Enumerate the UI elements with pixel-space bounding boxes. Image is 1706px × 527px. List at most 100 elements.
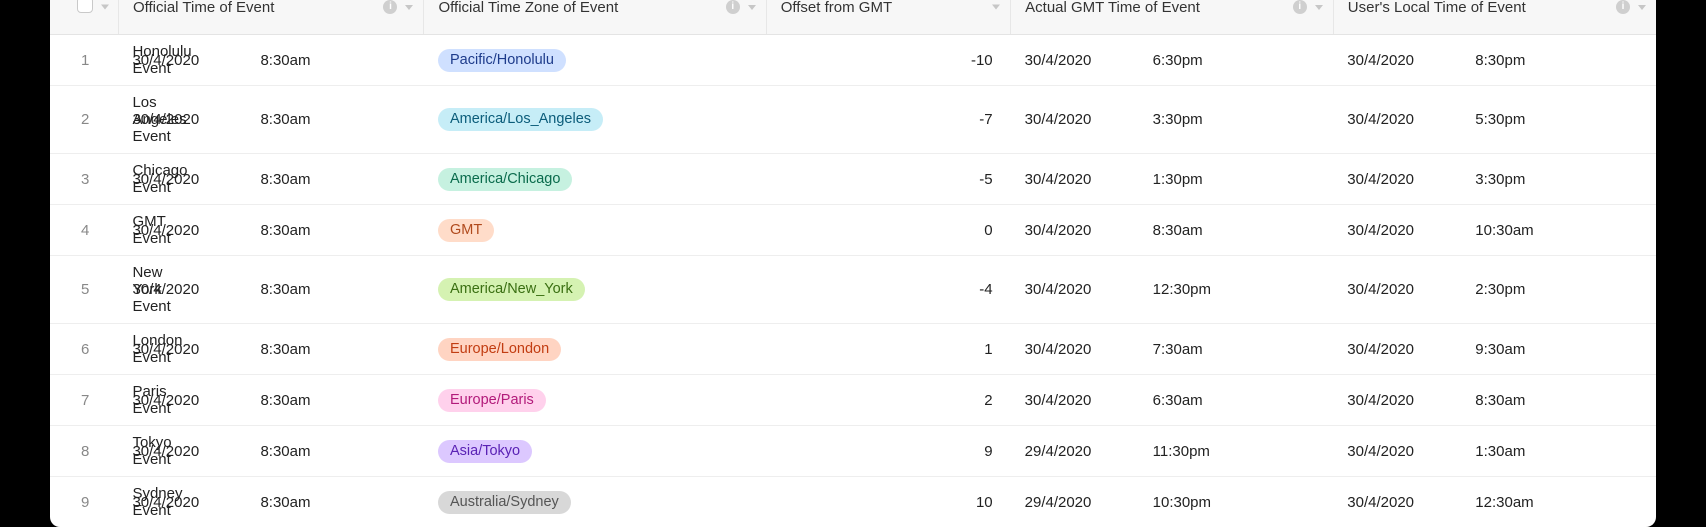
cell-offset[interactable]: 9	[766, 426, 1010, 477]
cell-offset[interactable]: 1	[766, 324, 1010, 375]
cell-local-time[interactable]: 30/4/20201:30am	[1333, 426, 1656, 477]
official-time: 8:30am	[260, 222, 412, 239]
cell-local-time[interactable]: 30/4/20205:30pm	[1333, 86, 1656, 154]
header-official-time[interactable]: Official Time of Event i	[118, 0, 424, 35]
cell-local-time[interactable]: 30/4/20208:30am	[1333, 375, 1656, 426]
cell-timezone[interactable]: Europe/London	[424, 324, 766, 375]
table-row[interactable]: 8Tokyo Event30/4/20208:30amAsia/Tokyo929…	[50, 426, 1656, 477]
cell-gmt-time[interactable]: 30/4/20207:30am	[1011, 324, 1334, 375]
timezone-pill[interactable]: Pacific/Honolulu	[438, 49, 566, 72]
cell-offset[interactable]: -5	[766, 154, 1010, 205]
cell-local-time[interactable]: 30/4/202010:30am	[1333, 205, 1656, 256]
timezone-pill[interactable]: Australia/Sydney	[438, 491, 571, 514]
cell-offset[interactable]: -4	[766, 256, 1010, 324]
gmt-time: 1:30pm	[1153, 171, 1322, 188]
cell-timezone[interactable]: Asia/Tokyo	[424, 426, 766, 477]
local-time: 12:30am	[1475, 494, 1644, 511]
checkbox-icon[interactable]	[77, 0, 93, 13]
gmt-date: 30/4/2020	[1025, 171, 1153, 188]
cell-timezone[interactable]: Pacific/Honolulu	[424, 35, 766, 86]
row-number: 4	[50, 205, 118, 256]
cell-offset[interactable]: -10	[766, 35, 1010, 86]
official-date: 30/4/2020	[132, 443, 260, 460]
cell-local-time[interactable]: 30/4/20208:30pm	[1333, 35, 1656, 86]
cell-offset[interactable]: 0	[766, 205, 1010, 256]
header-label: Actual GMT Time of Event	[1025, 0, 1240, 16]
info-icon[interactable]: i	[1293, 0, 1307, 14]
gmt-time: 6:30pm	[1153, 52, 1322, 69]
table-row[interactable]: 2Los Angeles Event30/4/20208:30amAmerica…	[50, 86, 1656, 154]
official-date: 30/4/2020	[132, 494, 260, 511]
cell-local-time[interactable]: 30/4/20203:30pm	[1333, 154, 1656, 205]
gmt-time: 7:30am	[1153, 341, 1322, 358]
cell-gmt-time[interactable]: 30/4/20208:30am	[1011, 205, 1334, 256]
table-row[interactable]: 1Honolulu Event30/4/20208:30amPacific/Ho…	[50, 35, 1656, 86]
row-number: 9	[50, 477, 118, 527]
header-local-time[interactable]: User's Local Time of Event i	[1333, 0, 1656, 35]
cell-gmt-time[interactable]: 29/4/202010:30pm	[1011, 477, 1334, 527]
gmt-date: 30/4/2020	[1025, 52, 1153, 69]
timezone-pill[interactable]: Asia/Tokyo	[438, 440, 532, 463]
cell-gmt-time[interactable]: 30/4/20206:30am	[1011, 375, 1334, 426]
cell-timezone[interactable]: America/Los_Angeles	[424, 86, 766, 154]
cell-gmt-time[interactable]: 30/4/202012:30pm	[1011, 256, 1334, 324]
table-row[interactable]: 9Sydney Event30/4/20208:30amAustralia/Sy…	[50, 477, 1656, 527]
cell-timezone[interactable]: America/New_York	[424, 256, 766, 324]
header-official-tz[interactable]: Official Time Zone of Event i	[424, 0, 766, 35]
cell-timezone[interactable]: GMT	[424, 205, 766, 256]
gmt-date: 30/4/2020	[1025, 281, 1153, 298]
official-time: 8:30am	[260, 392, 412, 409]
official-time: 8:30am	[260, 281, 412, 298]
info-icon[interactable]: i	[383, 0, 397, 14]
row-number: 5	[50, 256, 118, 324]
header-label: Official Time Zone of Event	[438, 0, 658, 16]
cell-timezone[interactable]: Europe/Paris	[424, 375, 766, 426]
official-time: 8:30am	[260, 443, 412, 460]
cell-local-time[interactable]: 30/4/202012:30am	[1333, 477, 1656, 527]
chevron-down-icon[interactable]	[405, 5, 413, 10]
table-row[interactable]: 3Chicago Event30/4/20208:30amAmerica/Chi…	[50, 154, 1656, 205]
chevron-down-icon[interactable]	[101, 5, 109, 10]
official-time: 8:30am	[260, 494, 412, 511]
cell-local-time[interactable]: 30/4/20209:30am	[1333, 324, 1656, 375]
cell-gmt-time[interactable]: 29/4/202011:30pm	[1011, 426, 1334, 477]
cell-local-time[interactable]: 30/4/20202:30pm	[1333, 256, 1656, 324]
table-row[interactable]: 4GMT Event30/4/20208:30amGMT030/4/20208:…	[50, 205, 1656, 256]
table-row[interactable]: 7Paris Event30/4/20208:30amEurope/Paris2…	[50, 375, 1656, 426]
timezone-pill[interactable]: Europe/Paris	[438, 389, 546, 412]
local-date: 30/4/2020	[1347, 171, 1475, 188]
timezone-pill[interactable]: America/Los_Angeles	[438, 108, 603, 131]
cell-offset[interactable]: 2	[766, 375, 1010, 426]
chevron-down-icon[interactable]	[992, 5, 1000, 10]
cell-timezone[interactable]: America/Chicago	[424, 154, 766, 205]
timezone-pill[interactable]: America/Chicago	[438, 168, 572, 191]
timezone-pill[interactable]: America/New_York	[438, 278, 585, 301]
cell-offset[interactable]: -7	[766, 86, 1010, 154]
local-time: 8:30pm	[1475, 52, 1644, 69]
header-label: User's Local Time of Event	[1348, 0, 1566, 16]
header-label: Offset from GMT	[781, 0, 932, 16]
local-time: 1:30am	[1475, 443, 1644, 460]
info-icon[interactable]: i	[726, 0, 740, 14]
cell-timezone[interactable]: Australia/Sydney	[424, 477, 766, 527]
header-gmt-time[interactable]: Actual GMT Time of Event i	[1011, 0, 1334, 35]
official-date: 30/4/2020	[132, 52, 260, 69]
timezone-pill[interactable]: Europe/London	[438, 338, 561, 361]
timezone-pill[interactable]: GMT	[438, 219, 494, 242]
events-table-card: Event Name Official Time of Event i Offi…	[50, 0, 1656, 527]
chevron-down-icon[interactable]	[1638, 5, 1646, 10]
chevron-down-icon[interactable]	[1315, 5, 1323, 10]
local-time: 3:30pm	[1475, 171, 1644, 188]
chevron-down-icon[interactable]	[748, 5, 756, 10]
table-row[interactable]: 5New York Event30/4/20208:30amAmerica/Ne…	[50, 256, 1656, 324]
header-offset[interactable]: Offset from GMT	[766, 0, 1010, 35]
official-date: 30/4/2020	[132, 222, 260, 239]
cell-gmt-time[interactable]: 30/4/20203:30pm	[1011, 86, 1334, 154]
cell-offset[interactable]: 10	[766, 477, 1010, 527]
cell-gmt-time[interactable]: 30/4/20201:30pm	[1011, 154, 1334, 205]
table-row[interactable]: 6London Event30/4/20208:30amEurope/Londo…	[50, 324, 1656, 375]
gmt-time: 6:30am	[1153, 392, 1322, 409]
events-table: Event Name Official Time of Event i Offi…	[50, 0, 1656, 527]
cell-gmt-time[interactable]: 30/4/20206:30pm	[1011, 35, 1334, 86]
info-icon[interactable]: i	[1616, 0, 1630, 14]
